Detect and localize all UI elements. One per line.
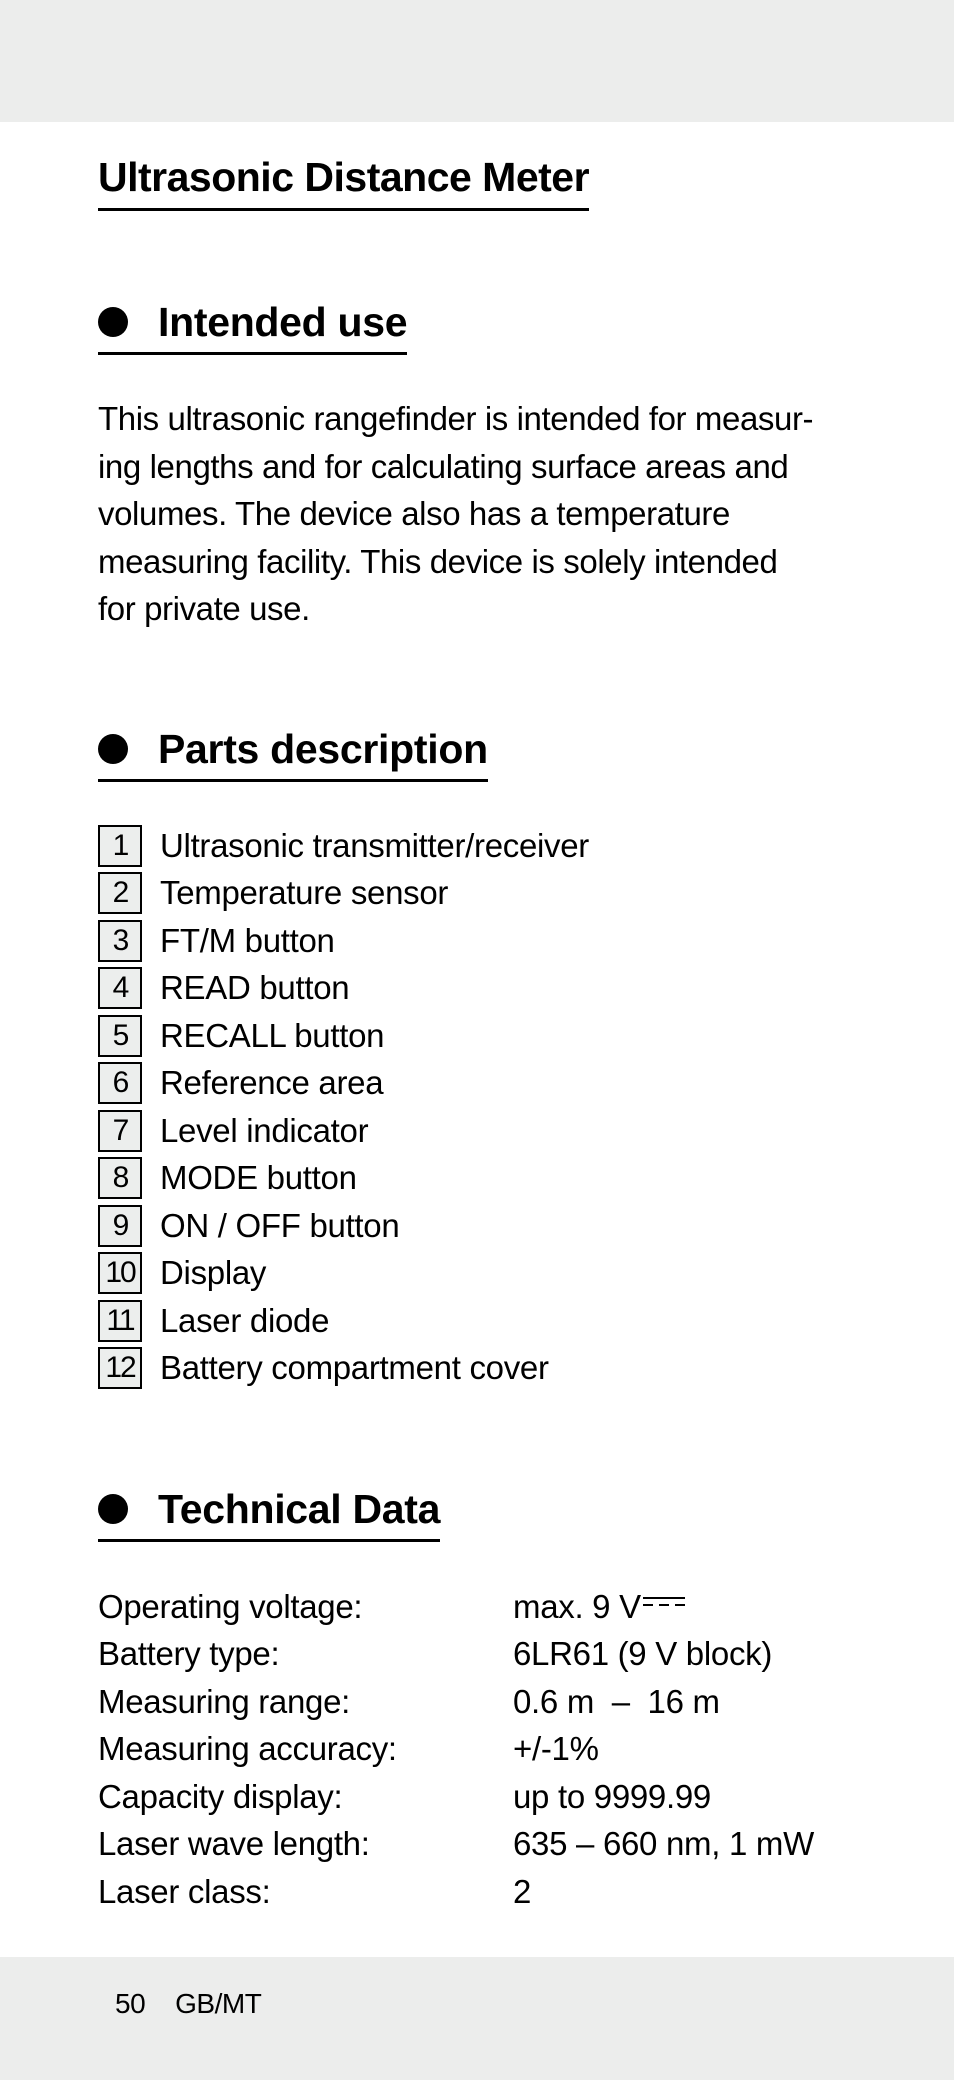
part-label: Ultrasonic transmitter/receiver [160,826,589,864]
spec-value: 6LR61 (9 V block) [513,1635,773,1673]
part-label: RECALL button [160,1016,385,1054]
part-number-badge: 2 [98,872,142,915]
part-label: MODE button [160,1159,357,1197]
paragraph-line: for private use. [98,590,310,627]
part-label: Temperature sensor [160,874,449,912]
part-number-badge: 3 [98,919,142,962]
technical-data-table: Operating voltage: max. 9 V Battery type… [98,1583,814,1916]
list-item: 2 Temperature sensor [98,870,589,918]
spec-label: Battery type: [98,1635,280,1673]
spec-value: max. 9 V [513,1588,685,1626]
part-number-badge: 8 [98,1157,142,1200]
section-heading-technical-data: Technical Data [98,1483,440,1542]
list-item: 6 Reference area [98,1060,589,1108]
part-label: Battery compartment cover [160,1349,549,1387]
list-item: 9 ON / OFF button [98,1202,589,1250]
list-item: 8 MODE button [98,1155,589,1203]
list-item: 3 FT/M button [98,917,589,965]
spec-value: 635 – 660 nm, 1 mW [513,1825,814,1863]
table-row: Battery type: 6LR61 (9 V block) [98,1631,814,1679]
part-label: Reference area [160,1064,384,1102]
section-heading-text: Intended use [158,299,408,345]
list-item: 11 Laser diode [98,1297,589,1345]
bullet-icon [98,307,128,337]
list-item: 10 Display [98,1250,589,1298]
list-item: 4 READ button [98,965,589,1013]
table-row: Laser wave length: 635 – 660 nm, 1 mW [98,1821,814,1869]
paragraph-line: ing lengths and for calculating surface … [98,447,789,485]
list-item: 7 Level indicator [98,1107,589,1155]
section-heading-intended-use: Intended use [98,296,408,355]
spec-value-text: max. 9 V [513,1587,641,1625]
part-number-badge: 7 [98,1109,142,1152]
page-top-margin [0,0,954,122]
intended-use-paragraph: This ultrasonic rangefinder is intended … [98,395,838,633]
list-item: 12 Battery compartment cover [98,1345,589,1393]
spec-label: Laser wave length: [98,1825,370,1863]
table-row: Operating voltage: max. 9 V [98,1583,814,1631]
part-number-badge: 9 [98,1204,142,1247]
paragraph-line: This ultrasonic rangefinder is intended … [98,400,814,437]
spec-label: Measuring range: [98,1682,351,1720]
section-heading-text: Technical Data [158,1486,441,1532]
spec-value: +/-1% [513,1730,599,1768]
parts-list: 1 Ultrasonic transmitter/receiver 2 Temper… [98,822,589,1392]
spec-value: 2 [513,1872,532,1910]
paragraph-line: measuring facility. This device is solel… [98,542,778,580]
list-item: 1 Ultrasonic transmitter/receiver [98,822,589,870]
part-number-badge: 6 [98,1062,142,1105]
part-number-badge: 10 [98,1252,142,1295]
spec-value: 0.6 m – 16 m [513,1682,720,1720]
spec-label: Measuring accuracy: [98,1730,397,1768]
part-label: Laser diode [160,1301,330,1339]
dc-current-icon [642,1596,685,1609]
part-label: FT/M button [160,921,335,959]
section-heading-parts-description: Parts description [98,723,488,782]
paragraph-line: volumes. The device also has a temperatu… [98,495,730,532]
spec-value: up to 9999.99 [513,1777,711,1815]
list-item: 5 RECALL button [98,1012,589,1060]
table-row: Laser class: 2 [98,1868,814,1916]
page-footer: 50 GB/MT [115,1988,262,2020]
spec-label: Operating voltage: [98,1587,363,1625]
page-number: 50 [115,1988,146,2019]
page-title: Ultrasonic Distance Meter [98,152,590,211]
spec-label: Laser class: [98,1872,271,1910]
bullet-icon [98,1494,128,1524]
part-label: READ button [160,969,350,1007]
section-heading-text: Parts description [158,726,488,772]
table-row: Measuring accuracy: +/-1% [98,1726,814,1774]
table-row: Measuring range: 0.6 m – 16 m [98,1678,814,1726]
locale-code: GB/MT [175,1988,262,2019]
part-label: ON / OFF button [160,1206,400,1244]
spec-label: Capacity display: [98,1777,343,1815]
part-label: Display [160,1254,267,1292]
table-row: Capacity display: up to 9999.99 [98,1773,814,1821]
part-number-badge: 4 [98,967,142,1010]
part-number-badge: 1 [98,824,142,867]
part-number-badge: 11 [98,1299,142,1342]
bullet-icon [98,734,128,764]
part-label: Level indicator [160,1111,369,1149]
part-number-badge: 5 [98,1014,142,1057]
part-number-badge: 12 [98,1347,142,1390]
